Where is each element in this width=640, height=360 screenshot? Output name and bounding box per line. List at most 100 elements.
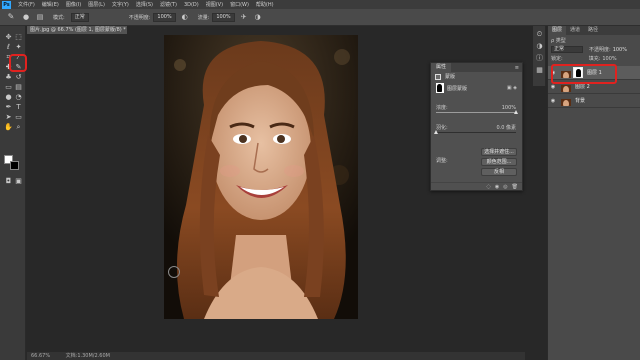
pressure-opacity-icon[interactable]: ◐ (180, 13, 190, 22)
document-title: 图片.jpg @ 66.7% (图层 1, 图层蒙版/8) * (30, 27, 126, 33)
pressure-size-icon[interactable]: ◑ (253, 13, 263, 22)
properties-section: 蒙版 (431, 72, 522, 81)
eraser-icon[interactable]: ▭ (4, 83, 13, 92)
menu-file[interactable]: 文件(F) (18, 1, 35, 8)
tab-properties[interactable]: 属性 (431, 63, 452, 72)
layer-opacity-value[interactable]: 100% (613, 47, 627, 53)
menu-view[interactable]: 视图(V) (206, 1, 223, 8)
hand-icon[interactable]: ✋ (4, 123, 13, 132)
brush-preset-picker[interactable]: ● (21, 13, 31, 22)
gradient-icon[interactable]: ▤ (14, 83, 23, 92)
apply-mask-icon[interactable]: ◉ (495, 184, 499, 190)
menu-3d[interactable]: 3D(D) (184, 2, 199, 8)
panel-menu-icon[interactable]: ≡ (515, 65, 519, 71)
lock-label: 锁定: (551, 56, 563, 62)
dodge-icon[interactable]: ◔ (14, 93, 23, 102)
blur-icon[interactable]: ● (4, 93, 13, 102)
properties-footer: ◌ ◉ ◎ 🗑 (431, 182, 522, 190)
brush-cursor (168, 266, 180, 278)
tab-layers[interactable]: 图层 (548, 26, 567, 35)
menu-bar: Ps 文件(F) 编辑(E) 图像(I) 图层(L) 文字(Y) 选择(S) 滤… (0, 0, 640, 9)
layer-opacity-label: 不透明度: (589, 47, 611, 53)
screen-mode-icon[interactable]: ▣ (14, 177, 23, 186)
menu-select[interactable]: 选择(S) (136, 1, 153, 8)
mask-row: 图层蒙版 ▣ ◈ (431, 81, 522, 95)
density-slider[interactable] (436, 110, 518, 114)
status-bar: 66.67% 文档:1.30M/2.60M (27, 352, 525, 360)
pen-icon[interactable]: ✒ (4, 103, 13, 112)
properties-icon[interactable]: ▦ (535, 66, 544, 75)
shape-icon[interactable]: ▭ (14, 113, 23, 122)
text-icon[interactable]: T (14, 103, 23, 112)
mask-mode-icons[interactable]: ▣ ◈ (507, 85, 517, 91)
zoom-level[interactable]: 66.67% (31, 353, 50, 359)
mask-section-icon (435, 73, 441, 80)
blend-row: 正常 不透明度: 100% (548, 45, 640, 54)
collapsed-panel-strip: ⏲ ◑ ⓘ ▦ (533, 26, 546, 86)
lasso-icon[interactable]: ℓ (4, 43, 13, 52)
brush-settings-icon[interactable]: ▤ (35, 13, 45, 22)
feather-slider-thumb[interactable] (434, 130, 438, 134)
menu-image[interactable]: 图像(I) (66, 1, 81, 8)
flow-field[interactable]: 100% (212, 12, 235, 22)
options-bar: ✎ ● ▤ 模式: 正常 不透明度: 100% ◐ 流量: 100% ✈ ◑ (0, 9, 640, 26)
opacity-label: 不透明度: (128, 14, 151, 21)
blend-mode-dropdown[interactable]: 正常 (551, 46, 583, 53)
eye-icon[interactable]: ◉ (549, 84, 557, 90)
trash-icon[interactable]: 🗑 (512, 184, 518, 190)
stamp-icon[interactable]: ♣ (4, 73, 13, 82)
properties-header: 属性 ≡ (431, 63, 522, 72)
fill-value[interactable]: 100% (602, 56, 616, 62)
toggle-mask-icon[interactable]: ◎ (503, 184, 507, 190)
menu-help[interactable]: 帮助(H) (256, 1, 274, 8)
document-tab[interactable]: 图片.jpg @ 66.7% (图层 1, 图层蒙版/8) * × (27, 26, 127, 34)
section-label: 蒙版 (445, 74, 456, 80)
feather-slider[interactable] (434, 130, 516, 134)
tab-paths[interactable]: 路径 (584, 26, 602, 35)
layer-kind-filter[interactable]: ρ 类型 (551, 37, 566, 44)
opacity-field[interactable]: 100% (153, 12, 176, 22)
magic-wand-icon[interactable]: ✦ (14, 43, 23, 52)
tab-channels[interactable]: 通道 (566, 26, 584, 35)
info-icon[interactable]: ⓘ (535, 54, 544, 63)
refine-label: 调整: (436, 158, 448, 164)
marquee-icon[interactable]: ⬚ (14, 33, 23, 42)
properties-panel: 属性 ≡ 蒙版 图层蒙版 ▣ ◈ 浓度: 100% 羽化: 0.0 像素 调整:… (430, 62, 523, 191)
layer-row-3[interactable]: ◉ 背景 (548, 94, 640, 108)
selection-from-mask-icon[interactable]: ◌ (487, 184, 491, 190)
menu-type[interactable]: 文字(Y) (112, 1, 129, 8)
history-icon[interactable]: ⏲ (535, 30, 544, 39)
menu-window[interactable]: 窗口(W) (230, 1, 249, 8)
history-brush-icon[interactable]: ↺ (14, 73, 23, 82)
zoom-icon[interactable]: ⌕ (14, 123, 23, 132)
brush-icon[interactable]: ✎ (5, 12, 17, 22)
menu-filter[interactable]: 滤镜(T) (160, 1, 177, 8)
menu-edit[interactable]: 编辑(E) (42, 1, 59, 8)
invert-button[interactable]: 反相 (481, 168, 517, 176)
doc-info: 文档:1.30M/2.60M (65, 353, 110, 359)
eye-icon[interactable]: ◉ (549, 98, 557, 104)
mask-label: 图层蒙版 (447, 85, 468, 92)
portrait-photo (164, 35, 358, 319)
layers-tabs: 图层 通道 路径 (548, 26, 640, 35)
move-icon[interactable]: ✥ (4, 33, 13, 42)
brush-tool-highlight (9, 54, 27, 72)
mask-thumbnail[interactable] (436, 83, 444, 93)
photoshop-logo: Ps (2, 0, 11, 9)
adjustments-icon[interactable]: ◑ (535, 42, 544, 51)
feather-row: 羽化: 0.0 像素 (431, 123, 522, 134)
layer-1-highlight (551, 64, 617, 84)
background-color-swatch[interactable] (10, 161, 19, 170)
mode-dropdown[interactable]: 正常 (70, 12, 89, 22)
density-slider-thumb[interactable] (514, 110, 518, 114)
layer-name: 图层 2 (575, 84, 590, 90)
color-range-button[interactable]: 颜色范围... (481, 158, 517, 166)
layer-name: 背景 (575, 98, 586, 104)
select-and-mask-button[interactable]: 选择并遮住... (481, 148, 517, 156)
airbrush-icon[interactable]: ✈ (239, 13, 249, 22)
path-select-icon[interactable]: ➤ (4, 113, 13, 122)
menu-layer[interactable]: 图层(L) (88, 1, 105, 8)
portrait-image (164, 35, 358, 319)
photoshop-window: Ps 文件(F) 编辑(E) 图像(I) 图层(L) 文字(Y) 选择(S) 滤… (0, 0, 640, 360)
quick-mask-icon[interactable]: ◘ (4, 177, 13, 186)
